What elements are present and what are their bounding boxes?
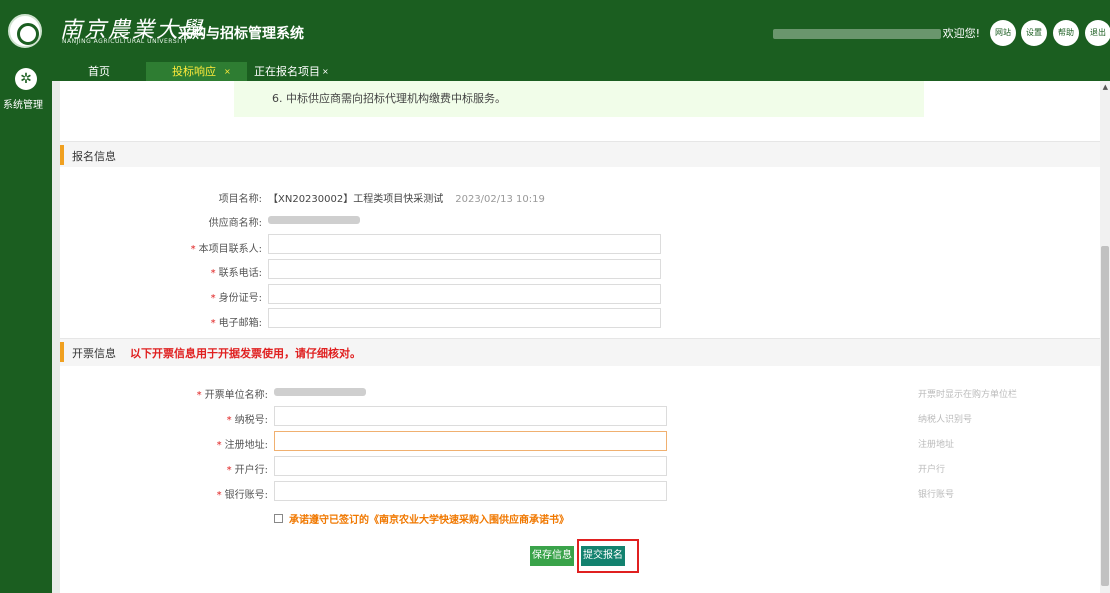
vertical-scrollbar[interactable]: ▲ — [1100, 81, 1110, 593]
close-icon[interactable]: × — [224, 67, 231, 76]
project-name-label: 项目名称: — [218, 194, 262, 205]
supplier-name-label: 供应商名称: — [208, 218, 262, 229]
signup-section-title: 报名信息 — [72, 150, 116, 163]
save-button[interactable]: 保存信息 — [530, 546, 574, 566]
university-logo — [8, 14, 42, 48]
website-button[interactable]: 网站 — [990, 20, 1016, 46]
agreement-text[interactable]: 承诺遵守已签订的《南京农业大学快速采购入围供应商承诺书》 — [289, 515, 569, 526]
tax-number-label-text: 纳税号: — [234, 415, 268, 426]
sidebar: ✲ 系统管理 — [0, 62, 52, 593]
bank-label-text: 开户行: — [234, 465, 268, 476]
project-date: 2023/02/13 10:19 — [455, 194, 545, 205]
university-english-name: NANJING AGRICULTURAL UNIVERSITY — [62, 38, 188, 45]
tax-number-label: * 纳税号: — [226, 415, 268, 426]
tab-signup-projects[interactable]: 正在报名项目 × — [254, 62, 329, 81]
bank-hint: 开户行 — [918, 465, 946, 475]
project-name-value: 【XN20230002】工程类项目快采测试 2023/02/13 10:19 — [268, 190, 545, 205]
id-number-input[interactable] — [268, 284, 661, 304]
bank-account-input[interactable] — [274, 481, 667, 501]
sidebar-item-system-management[interactable]: 系统管理 — [3, 96, 43, 111]
phone-input[interactable] — [268, 259, 661, 279]
bank-account-hint: 银行账号 — [918, 490, 955, 500]
invoice-company-label: * 开票单位名称: — [196, 390, 268, 401]
phone-label: * 联系电话: — [210, 268, 262, 279]
invoice-section-header: 开票信息 以下开票信息用于开据发票使用，请仔细核对。 — [60, 338, 1100, 366]
tax-number-hint: 纳税人识别号 — [918, 415, 973, 425]
project-name: 【XN20230002】工程类项目快采测试 — [268, 194, 444, 205]
registered-address-input[interactable] — [274, 431, 667, 451]
system-name: 采购与招标管理系统 — [178, 26, 304, 42]
signup-section-header: 报名信息 — [60, 141, 1100, 167]
logout-button[interactable]: 退出 — [1085, 20, 1110, 46]
id-number-label: * 身份证号: — [210, 293, 262, 304]
app-header: 南京農業大學 NANJING AGRICULTURAL UNIVERSITY 采… — [0, 0, 1110, 62]
bank-label: * 开户行: — [226, 465, 268, 476]
agreement-checkbox[interactable] — [274, 514, 283, 523]
email-input[interactable] — [268, 308, 661, 328]
invoice-warning: 以下开票信息用于开据发票使用，请仔细核对。 — [130, 347, 361, 360]
id-number-label-text: 身份证号: — [218, 293, 262, 304]
registered-address-hint: 注册地址 — [918, 440, 955, 450]
invoice-company-hint: 开票时显示在购方单位栏 — [918, 390, 1018, 400]
invoice-section-title: 开票信息 — [72, 347, 116, 360]
welcome-message: 欢迎您! — [750, 25, 980, 41]
gear-icon[interactable]: ✲ — [15, 68, 37, 90]
settings-button[interactable]: 设置 — [1021, 20, 1047, 46]
tab-bid-response-label: 投标响应 — [172, 65, 216, 78]
contact-person-label: * 本项目联系人: — [190, 244, 262, 255]
close-icon[interactable]: × — [322, 67, 329, 76]
help-button[interactable]: 帮助 — [1053, 20, 1079, 46]
notice-line: 6. 中标供应商需向招标代理机构缴费中标服务。 — [272, 92, 506, 105]
tab-home[interactable]: 首页 — [88, 62, 110, 81]
tab-home-label: 首页 — [88, 65, 110, 78]
section-accent-bar — [60, 342, 64, 362]
section-accent-bar — [60, 145, 64, 165]
tab-bar: 首页 投标响应 × 正在报名项目 × — [0, 62, 1110, 81]
tab-bid-response[interactable]: 投标响应 × — [146, 62, 247, 81]
contact-person-label-text: 本项目联系人: — [198, 244, 262, 255]
content-gutter — [52, 81, 60, 593]
scrollbar-thumb[interactable] — [1101, 246, 1109, 586]
contact-person-input[interactable] — [268, 234, 661, 254]
supplier-name-redacted — [268, 216, 360, 224]
user-info-redacted — [772, 29, 941, 39]
bank-input[interactable] — [274, 456, 667, 476]
registered-address-label: * 注册地址: — [216, 440, 268, 451]
phone-label-text: 联系电话: — [218, 268, 262, 279]
email-label: * 电子邮箱: — [210, 318, 262, 329]
invoice-company-redacted — [274, 388, 366, 396]
scroll-up-icon[interactable]: ▲ — [1103, 83, 1108, 91]
submit-highlight-box — [577, 539, 639, 573]
main-content: 6. 中标供应商需向招标代理机构缴费中标服务。 报名信息 项目名称: 【XN20… — [52, 81, 1110, 593]
bank-account-label: * 银行账号: — [216, 490, 268, 501]
email-label-text: 电子邮箱: — [218, 318, 262, 329]
bank-account-label-text: 银行账号: — [224, 490, 268, 501]
registered-address-label-text: 注册地址: — [224, 440, 268, 451]
agreement-row: 承诺遵守已签订的《南京农业大学快速采购入围供应商承诺书》 — [274, 511, 569, 526]
tax-number-input[interactable] — [274, 406, 667, 426]
welcome-text: 欢迎您! — [942, 27, 980, 40]
invoice-company-label-text: 开票单位名称: — [204, 390, 268, 401]
tab-signup-projects-label: 正在报名项目 — [254, 65, 320, 78]
